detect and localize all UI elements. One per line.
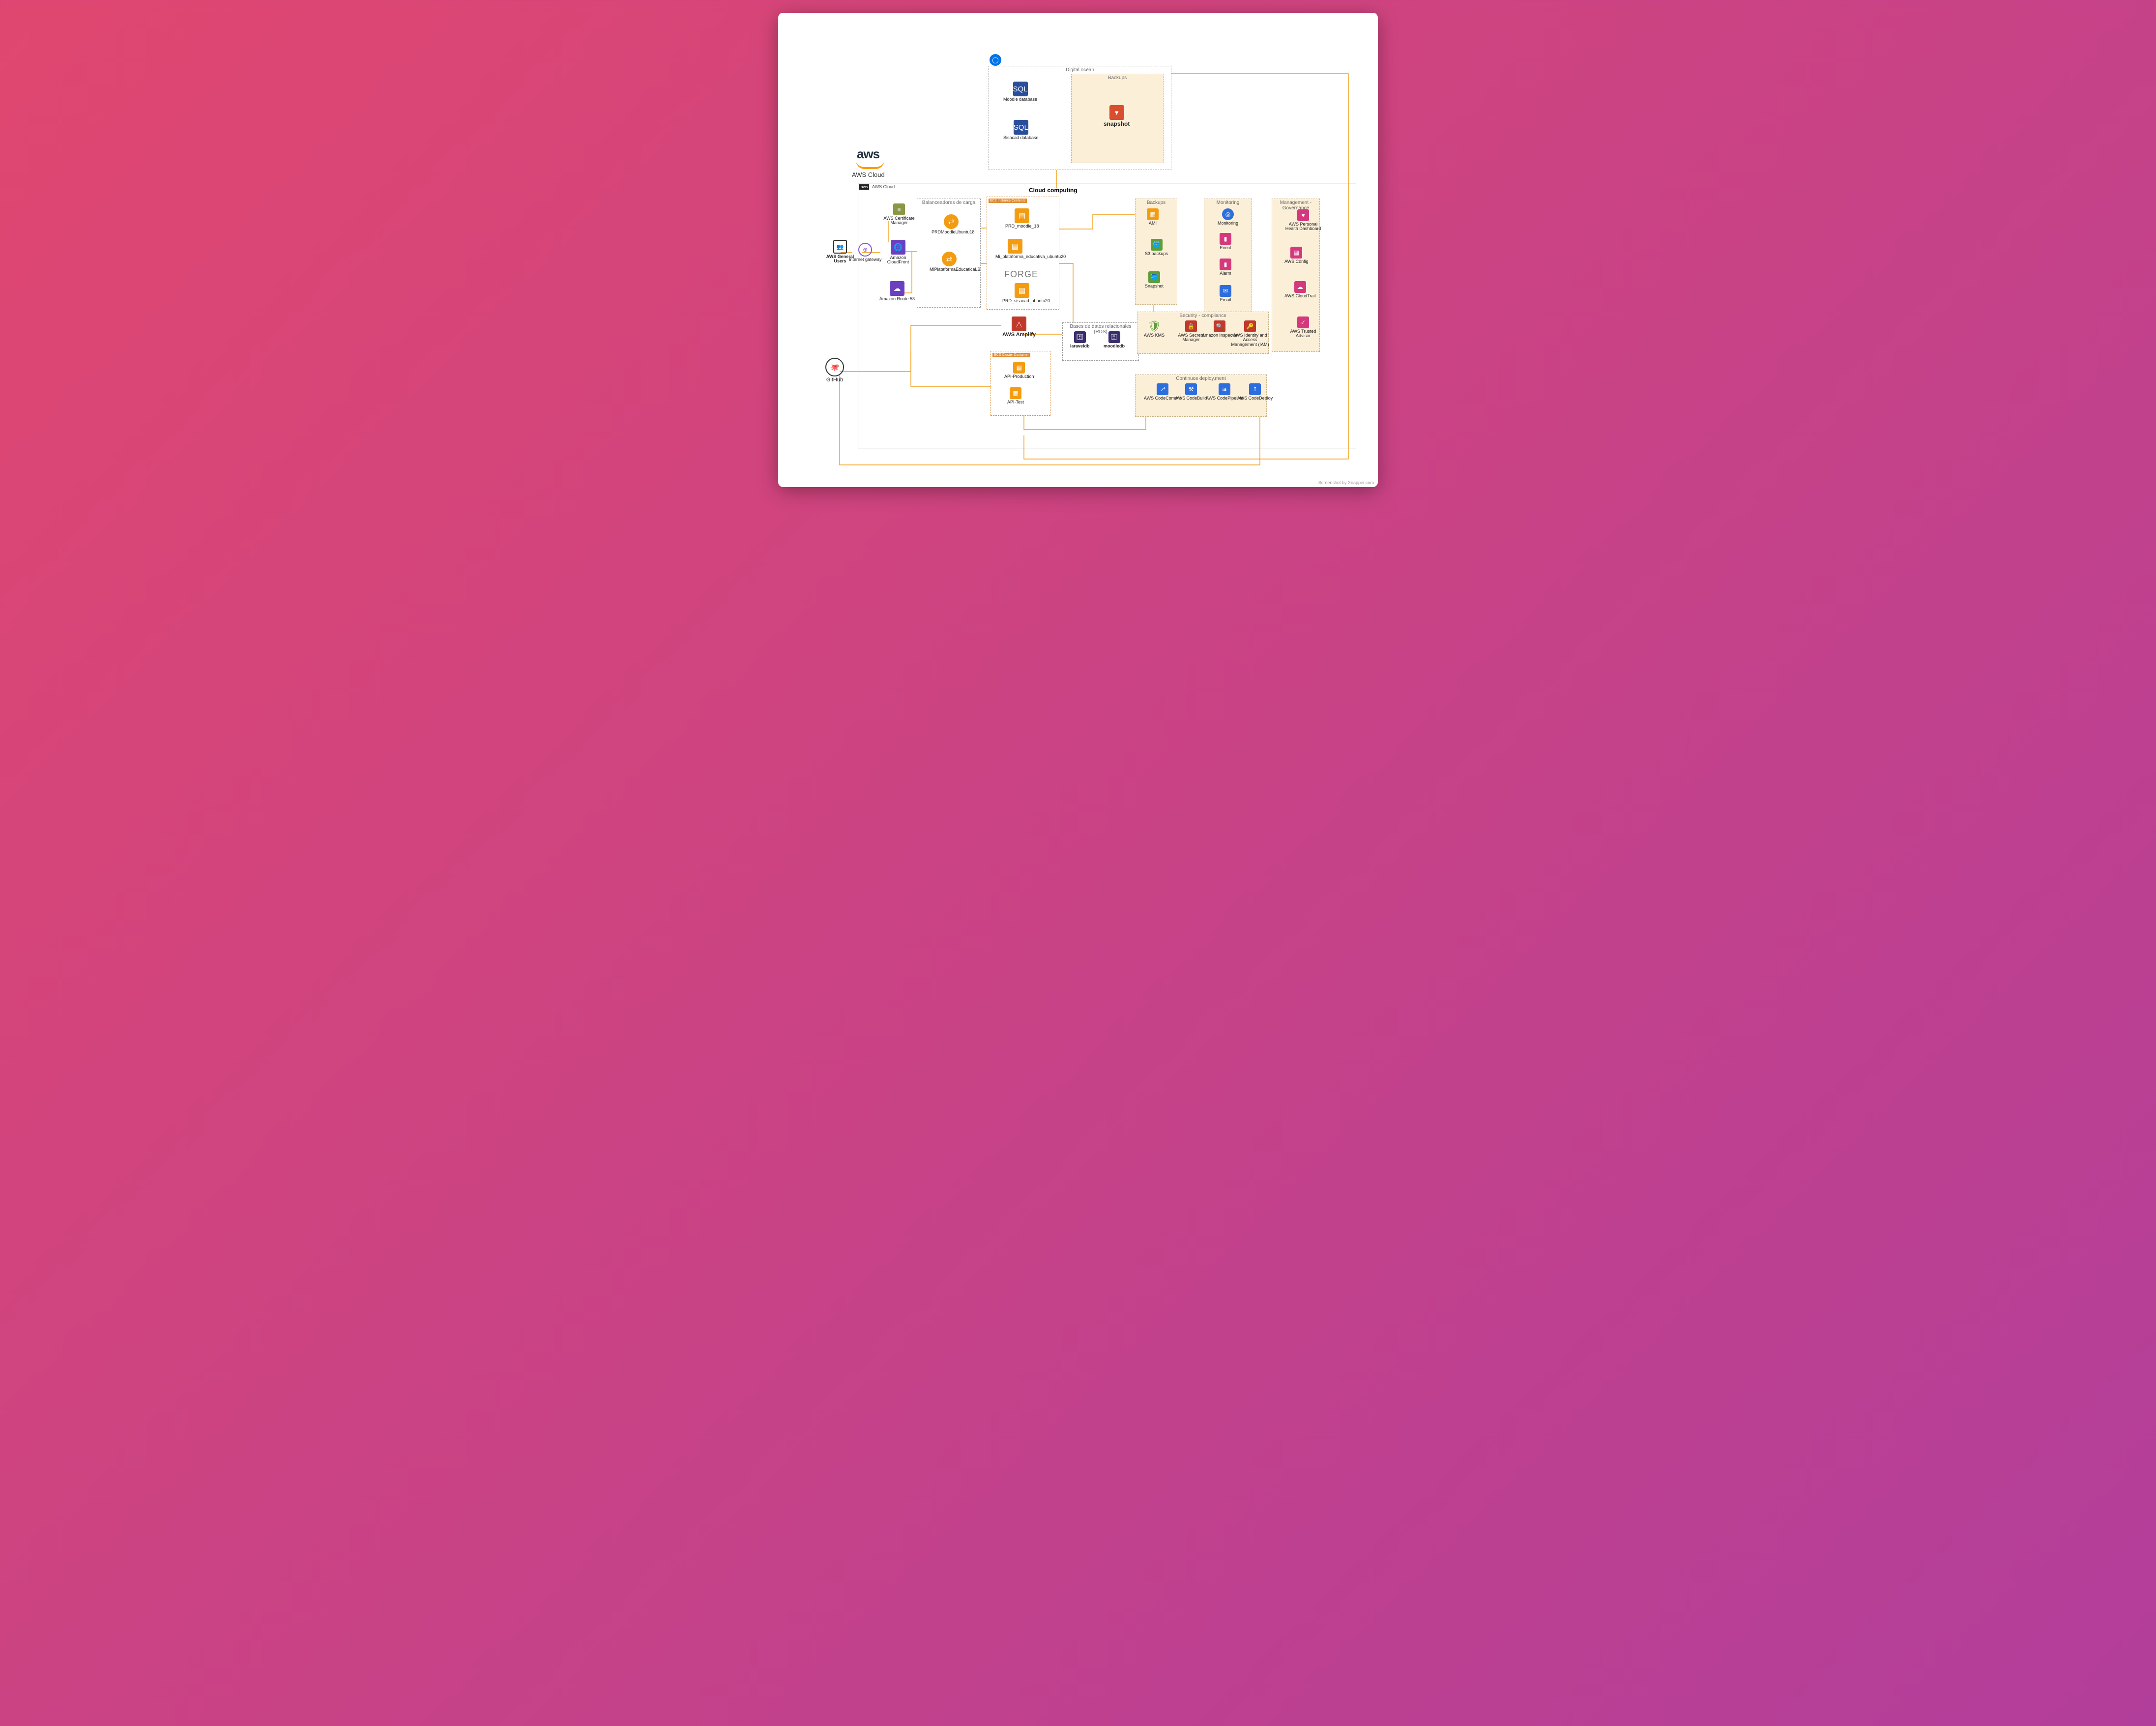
digitalocean-group-title: Digital ocean bbox=[989, 67, 1171, 73]
monitor-icon: ◎ bbox=[1222, 208, 1234, 220]
config-icon: ▦ bbox=[1290, 247, 1302, 259]
users-icon: 👥 bbox=[833, 240, 847, 254]
ecs-badge: ECS Cluster Container bbox=[992, 353, 1030, 357]
do-snapshot: ▾ snapshot bbox=[1104, 105, 1130, 127]
backup-ami: ▦AMI bbox=[1147, 208, 1159, 226]
check-icon: ✓ bbox=[1297, 316, 1309, 328]
cloud-computing-label: Cloud computing bbox=[1029, 187, 1078, 194]
commit-icon: ⎇ bbox=[1157, 383, 1168, 395]
monitoring-node: ◎Monitoring bbox=[1218, 208, 1238, 226]
instance-icon: ▤ bbox=[1015, 208, 1029, 223]
diagram-canvas: aws AWS Cloud ◯ Digital ocean Backups SQ… bbox=[778, 13, 1378, 487]
monitoring-event: ▮Event bbox=[1220, 233, 1231, 250]
backup-snapshot: 🪣Snapshot bbox=[1145, 271, 1164, 288]
monitoring-title: Monitoring bbox=[1204, 200, 1252, 205]
do-backups-title: Backups bbox=[1072, 75, 1163, 81]
route53: ☁ Amazon Route 53 bbox=[879, 281, 915, 301]
acm: ≡ AWS Certificate Manager bbox=[879, 203, 919, 226]
deploy-icon: ↥ bbox=[1249, 383, 1261, 395]
do-moodle-db: SQL Moodle database bbox=[1003, 82, 1037, 102]
aws-amplify: △ AWS Amplify bbox=[1002, 316, 1036, 338]
internet-gateway: ⊕ Internet gateway bbox=[849, 243, 882, 262]
aws-logo-text: aws bbox=[857, 146, 879, 162]
ecs-api-prod: ▦ API-Production bbox=[1004, 362, 1034, 379]
mgmt-phd: ♥AWS Personal Health Dashboard bbox=[1283, 209, 1323, 231]
security-title: Security - compliance bbox=[1137, 313, 1268, 318]
cloudfront: 🌐 Amazon CloudFront bbox=[878, 240, 918, 265]
page-footer: Screenshot by Xnapper.com bbox=[1318, 480, 1374, 485]
mgmt-advisor: ✓AWS Trusted Advisor bbox=[1283, 316, 1323, 339]
email-icon: ✉ bbox=[1220, 285, 1231, 297]
database-icon: 🗄 bbox=[1074, 331, 1086, 343]
amplify-icon: △ bbox=[1012, 316, 1026, 331]
ec2-badge: EC2 Instance Contents bbox=[989, 199, 1027, 203]
do-sisacad-db: SQL Sisacad database bbox=[1003, 120, 1039, 140]
cloud-icon: ☁ bbox=[1294, 281, 1306, 293]
lock-icon: 🔒 bbox=[1185, 320, 1197, 332]
github: 🐙 GitHub bbox=[825, 358, 844, 383]
database-icon: 🗄 bbox=[1108, 331, 1120, 343]
instance-icon: ▤ bbox=[1008, 239, 1022, 254]
monitoring-email: ✉Email bbox=[1220, 285, 1231, 302]
balancers-title: Balanceadores de carga bbox=[917, 200, 980, 205]
container-icon: ▦ bbox=[1010, 387, 1021, 399]
aws-cloud-box-badge: aws bbox=[859, 184, 869, 190]
ec2-sisacad: ▤ PRD_sisacad_ubuntu20 bbox=[1002, 283, 1042, 303]
mgmt-config: ▦AWS Config bbox=[1284, 247, 1309, 264]
container-icon: ▦ bbox=[1013, 362, 1025, 374]
bucket-icon: 🪣 bbox=[1148, 271, 1160, 283]
pipeline-icon: ≋ bbox=[1219, 383, 1230, 395]
gateway-icon: ⊕ bbox=[858, 243, 872, 257]
aws-cloud-box-label: AWS Cloud bbox=[872, 184, 895, 189]
forge-logo: FORGE bbox=[1004, 269, 1038, 280]
github-icon: 🐙 bbox=[825, 358, 844, 376]
lb-prd-moodle: ⇄ PRDMoodleUbuntu18 bbox=[932, 214, 971, 234]
lb-plataforma: ⇄ MiPlataformaEducaticaLB bbox=[930, 252, 969, 272]
backup-s3: 🪣S3 backups bbox=[1145, 239, 1168, 256]
cd-title: Continuos deploy,ment bbox=[1136, 376, 1266, 381]
aws-smile-icon bbox=[856, 160, 884, 169]
security-kms: 🛡AWS KMS bbox=[1144, 320, 1165, 338]
alarm-icon: ▮ bbox=[1220, 259, 1231, 270]
aws-backups-title: Backups bbox=[1136, 200, 1177, 205]
mgmt-cloudtrail: ☁AWS CloudTrail bbox=[1284, 281, 1315, 298]
ec2-plataforma: ▤ Mi_plataforma_educativa_ubuntu20 bbox=[995, 239, 1035, 259]
ec2-prd-moodle: ▤ PRD_moodle_18 bbox=[1005, 208, 1039, 229]
shield-icon: 🛡 bbox=[1148, 320, 1160, 332]
monitoring-alarm: ▮Alarm bbox=[1220, 259, 1231, 276]
cd-codedeploy: ↥AWS CodeDeploy bbox=[1237, 383, 1273, 401]
aws-cloud-caption: AWS Cloud bbox=[852, 171, 885, 178]
heart-icon: ♥ bbox=[1297, 209, 1309, 221]
instance-icon: ▤ bbox=[1015, 283, 1029, 298]
search-icon: 🔍 bbox=[1214, 320, 1225, 332]
load-balancer-icon: ⇄ bbox=[942, 252, 957, 266]
certificate-icon: ≡ bbox=[893, 203, 905, 215]
cd-codebuild: ⚒AWS CodeBuild bbox=[1175, 383, 1207, 401]
load-balancer-icon: ⇄ bbox=[944, 214, 959, 229]
digitalocean-logo: ◯ bbox=[990, 54, 1001, 66]
build-icon: ⚒ bbox=[1185, 383, 1197, 395]
event-icon: ▮ bbox=[1220, 233, 1231, 245]
ami-icon: ▦ bbox=[1147, 208, 1159, 220]
ecs-group: ECS Cluster Container bbox=[991, 351, 1050, 416]
globe-icon: 🌐 bbox=[891, 240, 905, 255]
ecs-api-test: ▦ API-Test bbox=[1007, 387, 1024, 404]
dns-icon: ☁ bbox=[890, 281, 904, 296]
rds-moodle: 🗄 moodledb bbox=[1104, 331, 1125, 348]
security-iam: 🔑AWS Identity and Access Management (IAM… bbox=[1230, 320, 1270, 347]
key-icon: 🔑 bbox=[1244, 320, 1256, 332]
bucket-icon: 🪣 bbox=[1151, 239, 1163, 251]
rds-laravel: 🗄 laraveldb bbox=[1070, 331, 1090, 348]
